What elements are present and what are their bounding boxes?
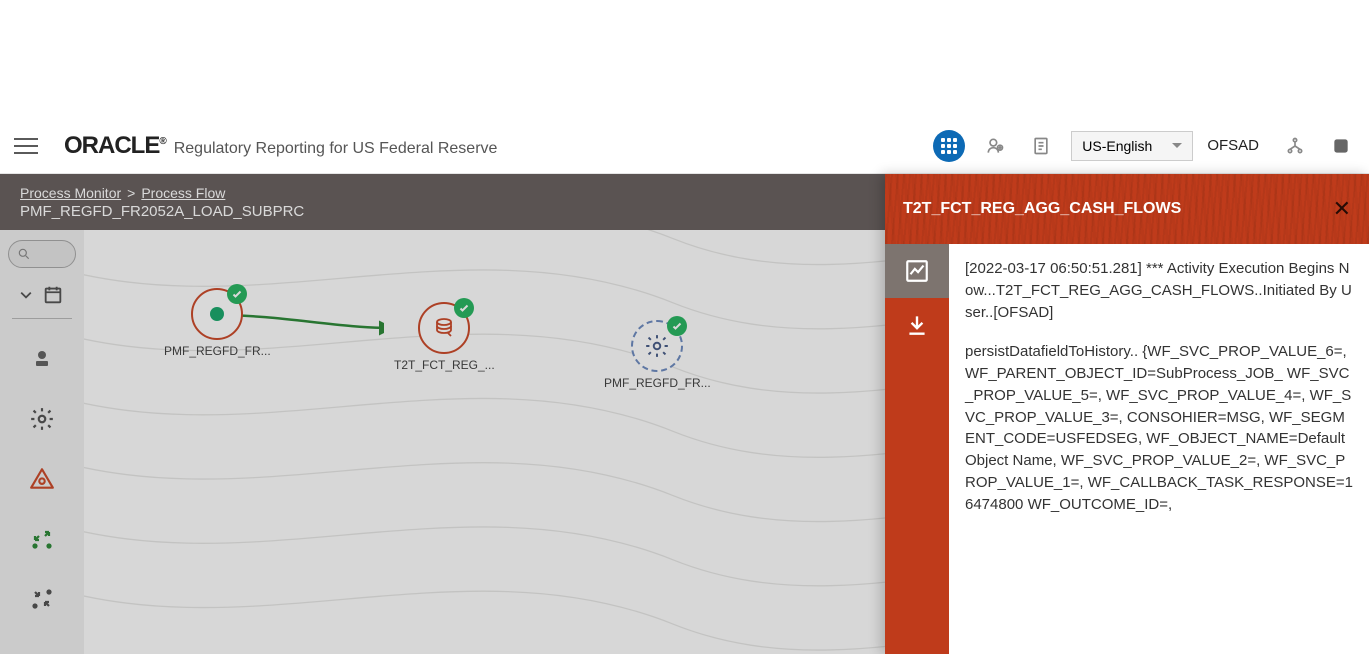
- log-line: [2022-03-17 06:50:51.281] *** Activity E…: [965, 258, 1353, 323]
- success-badge-icon: [667, 316, 687, 336]
- calendar-icon[interactable]: [42, 284, 64, 306]
- database-icon: [432, 316, 456, 340]
- node-label: PMF_REGFD_FR...: [604, 376, 711, 390]
- logo-block: ORACLE Regulatory Reporting for US Feder…: [64, 132, 497, 160]
- user-menu[interactable]: OFSAD: [1207, 137, 1265, 154]
- start-dot-icon: [210, 307, 224, 321]
- language-dropdown[interactable]: US-English: [1071, 131, 1193, 161]
- sidebar-row-tools: [20, 284, 64, 306]
- header-right-tools: US-English OFSAD: [933, 130, 1357, 162]
- app-title: Regulatory Reporting for US Federal Rese…: [174, 140, 498, 158]
- node-label: T2T_FCT_REG_...: [394, 358, 495, 372]
- breadcrumb-link-process-flow[interactable]: Process Flow: [141, 185, 225, 201]
- sidebar-collapse-icon[interactable]: [22, 579, 62, 619]
- last-icon[interactable]: [1325, 130, 1357, 162]
- close-icon[interactable]: ✕: [1333, 196, 1351, 222]
- menu-hamburger-icon[interactable]: [12, 132, 40, 160]
- panel-tab-download[interactable]: [885, 298, 949, 352]
- app-header: ORACLE Regulatory Reporting for US Feder…: [0, 118, 1369, 174]
- apps-grid-button[interactable]: [933, 130, 965, 162]
- user-label: OFSAD: [1207, 137, 1259, 154]
- breadcrumb: Process Monitor > Process Flow: [20, 185, 304, 201]
- search-input[interactable]: [8, 240, 76, 268]
- sidebar-divider: [12, 318, 72, 319]
- chart-icon: [904, 258, 930, 284]
- sidebar-user-icon[interactable]: [22, 339, 62, 379]
- panel-title: T2T_FCT_REG_AGG_CASH_FLOWS: [903, 200, 1181, 218]
- panel-tab-activity[interactable]: [885, 244, 949, 298]
- search-icon: [17, 247, 31, 261]
- panel-header: T2T_FCT_REG_AGG_CASH_FLOWS ✕: [885, 174, 1369, 244]
- node-label: PMF_REGFD_FR...: [164, 344, 271, 358]
- oracle-logo: ORACLE: [64, 132, 166, 160]
- success-badge-icon: [227, 284, 247, 304]
- chevron-down-icon[interactable]: [20, 289, 32, 301]
- sidebar-gear-icon[interactable]: [22, 399, 62, 439]
- page-title: PMF_REGFD_FR2052A_LOAD_SUBPRC: [20, 203, 304, 220]
- hierarchy-icon[interactable]: [1279, 130, 1311, 162]
- process-node-start[interactable]: PMF_REGFD_FR...: [164, 288, 271, 358]
- breadcrumb-separator: >: [127, 185, 135, 201]
- process-node-t2t[interactable]: T2T_FCT_REG_...: [394, 302, 495, 372]
- sidebar-expand-icon[interactable]: [22, 519, 62, 559]
- breadcrumb-link-process-monitor[interactable]: Process Monitor: [20, 185, 121, 201]
- admin-user-icon[interactable]: [979, 130, 1011, 162]
- language-value: US-English: [1082, 138, 1152, 154]
- blank-top-region: [0, 0, 1369, 118]
- gear-icon: [644, 333, 670, 359]
- log-line: persistDatafieldToHistory.. {WF_SVC_PROP…: [965, 341, 1353, 515]
- panel-log-content: [2022-03-17 06:50:51.281] *** Activity E…: [949, 244, 1369, 654]
- success-badge-icon: [454, 298, 474, 318]
- apps-grid-icon: [941, 138, 957, 154]
- chevron-down-icon: [1172, 143, 1182, 148]
- left-sidebar: [0, 230, 84, 654]
- panel-tab-strip: [885, 244, 949, 654]
- details-panel: T2T_FCT_REG_AGG_CASH_FLOWS ✕ [2022-03-17…: [885, 174, 1369, 654]
- sidebar-alert-icon[interactable]: [22, 459, 62, 499]
- process-node-gear[interactable]: PMF_REGFD_FR...: [604, 320, 711, 390]
- download-icon: [904, 312, 930, 338]
- document-icon[interactable]: [1025, 130, 1057, 162]
